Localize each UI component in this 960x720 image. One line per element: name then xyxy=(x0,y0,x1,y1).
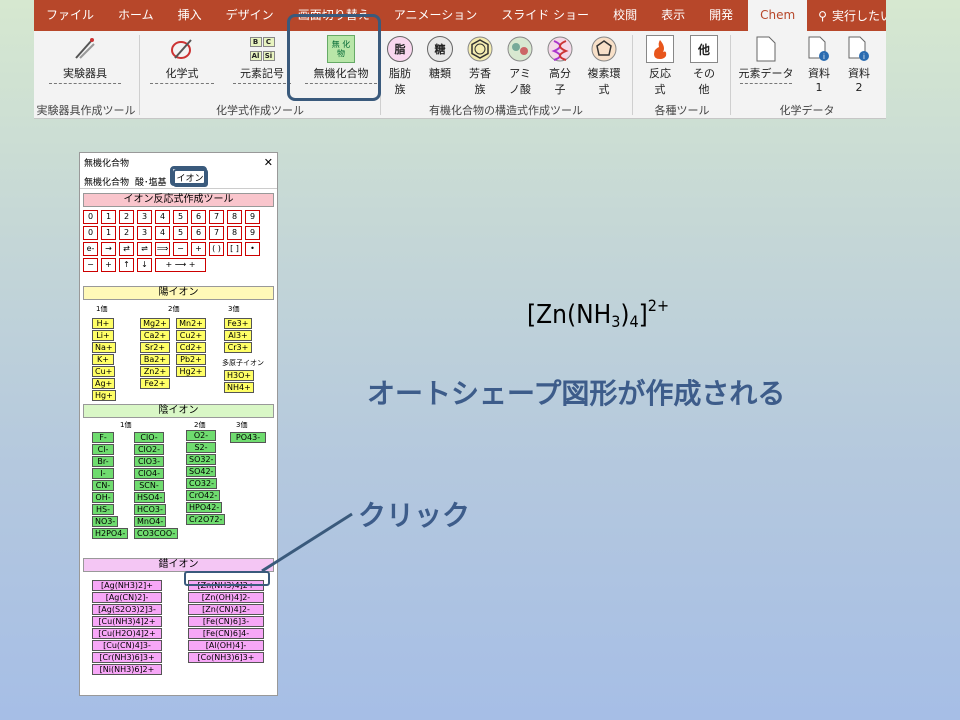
callout-line xyxy=(261,512,353,573)
